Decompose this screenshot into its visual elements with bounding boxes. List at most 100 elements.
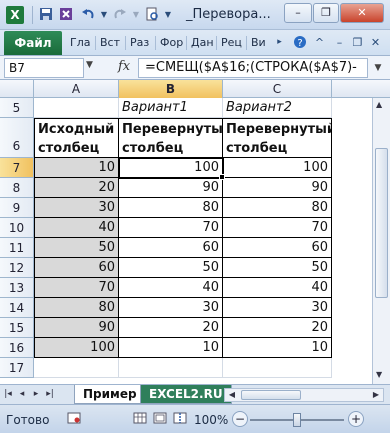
excel-close-doc-icon[interactable] [58, 7, 74, 23]
sheet-tab-excel2ru[interactable]: EXCEL2.RU [140, 385, 232, 404]
prev-sheet-icon[interactable]: ◂ [16, 389, 28, 399]
help-icon[interactable]: ? [292, 35, 307, 50]
excel-app-icon[interactable]: X [6, 6, 24, 24]
cell-c12[interactable]: 50 [223, 258, 332, 278]
scroll-down-icon[interactable]: ▼ [376, 370, 382, 379]
doc-restore-icon[interactable]: ❐ [350, 35, 365, 50]
column-header-b[interactable]: B [119, 80, 223, 98]
sheet-tab-primer[interactable]: Пример [74, 385, 146, 404]
first-sheet-icon[interactable]: |◂ [2, 389, 14, 399]
row-header-17[interactable]: 17 [0, 358, 34, 378]
doc-minimize-icon[interactable]: – [332, 35, 347, 50]
cell-b5[interactable]: Вариант1 [119, 98, 223, 118]
save-icon[interactable] [38, 7, 54, 23]
worksheet-grid[interactable]: A B C 5 Вариант1 Вариант2 6 Исходный столбец… [0, 80, 390, 384]
more-tabs-icon[interactable]: ▸ [272, 35, 287, 50]
cell-a16[interactable]: 100 [34, 338, 119, 358]
undo-dropdown-icon[interactable]: ▼ [96, 7, 112, 23]
cell-b11[interactable]: 60 [119, 238, 223, 258]
column-header-c[interactable]: C [223, 80, 332, 98]
tab-insert[interactable]: Вст [100, 36, 120, 49]
cell-a12[interactable]: 60 [34, 258, 119, 278]
ribbon-minimize-icon[interactable]: ^ [312, 35, 327, 50]
cell-c6[interactable]: Перевернутый столбец [223, 118, 332, 158]
normal-view-icon[interactable] [132, 412, 148, 426]
row-header-5[interactable]: 5 [0, 98, 34, 118]
row-header-8[interactable]: 8 [0, 178, 34, 198]
zoom-in-button[interactable]: + [348, 411, 364, 427]
cell-b13[interactable]: 40 [119, 278, 223, 298]
redo-icon[interactable] [112, 7, 128, 23]
cell-c7[interactable]: 100 [223, 158, 332, 178]
cell-c14[interactable]: 30 [223, 298, 332, 318]
row-header-6[interactable]: 6 [0, 118, 34, 158]
cell-b6[interactable]: Перевернутый столбец [119, 118, 223, 158]
cell-b16[interactable]: 10 [119, 338, 223, 358]
doc-close-icon[interactable]: ✕ [368, 35, 383, 50]
insert-function-icon[interactable]: fx [118, 59, 130, 74]
cell-b10[interactable]: 70 [119, 218, 223, 238]
name-box-dropdown-icon[interactable]: ▼ [86, 60, 93, 70]
row-header-11[interactable]: 11 [0, 238, 34, 258]
horizontal-scrollbar[interactable]: ◀ ▶ [224, 388, 384, 402]
cell-a15[interactable]: 90 [34, 318, 119, 338]
page-layout-view-icon[interactable] [152, 412, 168, 426]
cell-a14[interactable]: 80 [34, 298, 119, 318]
horizontal-scroll-thumb[interactable] [241, 390, 301, 400]
formula-input[interactable]: =СМЕЩ($A$16;(СТРОКА($A$7)- [138, 58, 368, 78]
cell-a11[interactable]: 50 [34, 238, 119, 258]
column-header-a[interactable]: A [34, 80, 119, 98]
row-header-10[interactable]: 10 [0, 218, 34, 238]
cell-a9[interactable]: 30 [34, 198, 119, 218]
tab-home[interactable]: Гла [70, 36, 90, 49]
scroll-left-icon[interactable]: ◀ [226, 389, 238, 401]
macro-record-icon[interactable] [66, 412, 82, 426]
next-sheet-icon[interactable]: ▸ [30, 389, 42, 399]
cell-c13[interactable]: 40 [223, 278, 332, 298]
tab-file[interactable]: Файл [4, 31, 62, 55]
cell-c17[interactable] [223, 358, 332, 378]
cell-c5[interactable]: Вариант2 [223, 98, 332, 118]
expand-formula-bar-icon[interactable]: ▼ [370, 58, 386, 78]
tab-data[interactable]: Дан [191, 36, 214, 49]
restore-button[interactable]: ❐ [313, 3, 339, 23]
cell-a5[interactable] [34, 98, 119, 118]
cell-b12[interactable]: 50 [119, 258, 223, 278]
cell-c16[interactable]: 10 [223, 338, 332, 358]
zoom-out-button[interactable]: − [232, 411, 248, 427]
zoom-slider-thumb[interactable] [293, 413, 301, 427]
cell-c15[interactable]: 20 [223, 318, 332, 338]
row-header-15[interactable]: 15 [0, 318, 34, 338]
cell-c10[interactable]: 70 [223, 218, 332, 238]
row-header-12[interactable]: 12 [0, 258, 34, 278]
cell-c9[interactable]: 80 [223, 198, 332, 218]
cell-a17[interactable] [34, 358, 119, 378]
vertical-scrollbar[interactable]: ▲ ▼ [372, 98, 390, 384]
page-break-view-icon[interactable] [172, 412, 188, 426]
cell-a10[interactable]: 40 [34, 218, 119, 238]
cell-b7[interactable]: 100 [118, 157, 224, 179]
close-button[interactable]: ✕ [340, 3, 384, 23]
tab-formulas[interactable]: Фор [160, 36, 183, 49]
row-header-9[interactable]: 9 [0, 198, 34, 218]
minimize-button[interactable]: – [284, 3, 312, 23]
fill-handle[interactable] [219, 174, 225, 180]
last-sheet-icon[interactable]: ▸| [44, 389, 56, 399]
vertical-scroll-thumb[interactable] [375, 148, 388, 298]
customize-toolbar-icon[interactable]: ▼ [160, 7, 176, 23]
name-box[interactable]: B7 [4, 58, 84, 78]
cell-b8[interactable]: 90 [119, 178, 223, 198]
tab-page-layout[interactable]: Раз [130, 36, 149, 49]
cell-a6[interactable]: Исходный столбец [34, 118, 119, 158]
cell-a7[interactable]: 10 [34, 158, 119, 178]
cell-b15[interactable]: 20 [119, 318, 223, 338]
row-header-7[interactable]: 7 [0, 158, 34, 178]
redo-dropdown-icon[interactable]: ▼ [128, 7, 144, 23]
undo-icon[interactable] [80, 7, 96, 23]
cell-a13[interactable]: 70 [34, 278, 119, 298]
row-header-16[interactable]: 16 [0, 338, 34, 358]
cell-c8[interactable]: 90 [223, 178, 332, 198]
cell-b14[interactable]: 30 [119, 298, 223, 318]
cell-a8[interactable]: 20 [34, 178, 119, 198]
tab-view[interactable]: Ви [251, 36, 266, 49]
